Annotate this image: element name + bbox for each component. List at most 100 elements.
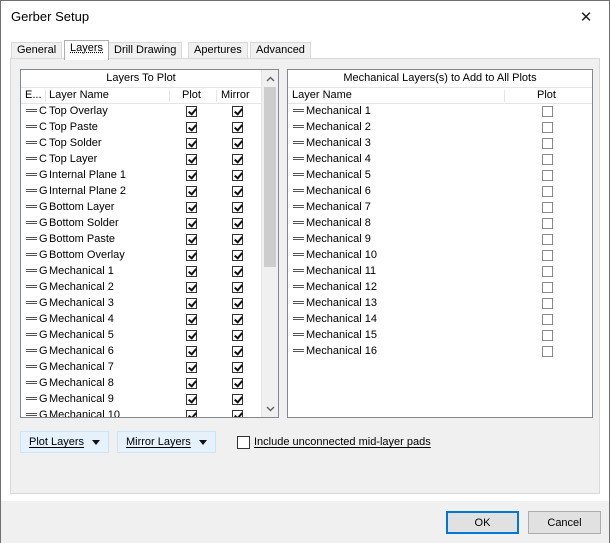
mechanical-plot-checkbox[interactable] <box>542 202 553 213</box>
tab-layers[interactable]: Layers <box>64 40 110 60</box>
plot-checkbox[interactable] <box>186 154 197 165</box>
mechanical-plot-checkbox[interactable] <box>542 282 553 293</box>
mirror-checkbox[interactable] <box>232 330 243 341</box>
plot-checkbox[interactable] <box>186 298 197 309</box>
mechanical-plot-checkbox[interactable] <box>542 138 553 149</box>
mechanical-plot-checkbox[interactable] <box>542 266 553 277</box>
mechanical-plot-checkbox[interactable] <box>542 218 553 229</box>
mirror-checkbox[interactable] <box>232 282 243 293</box>
mirror-checkbox[interactable] <box>232 170 243 181</box>
tab-advanced[interactable]: Advanced <box>250 42 311 59</box>
mechanical-layer-row[interactable]: Mechanical 5 <box>288 168 592 184</box>
col-header-layer-name[interactable]: Layer Name <box>49 89 109 104</box>
scroll-down-icon[interactable] <box>262 400 278 417</box>
tab-general[interactable]: General <box>11 42 63 59</box>
col-header-plot[interactable]: Plot <box>182 89 201 104</box>
plot-checkbox[interactable] <box>186 266 197 277</box>
mechanical-layer-row[interactable]: Mechanical 10 <box>288 248 592 264</box>
mirror-checkbox[interactable] <box>232 314 243 325</box>
mirror-checkbox[interactable] <box>232 106 243 117</box>
layer-row[interactable]: G Mechanical 8 <box>21 376 261 392</box>
mirror-checkbox[interactable] <box>232 202 243 213</box>
mirror-layers-button[interactable]: Mirror Layers <box>117 431 216 453</box>
col-header-mech-plot[interactable]: Plot <box>537 89 556 104</box>
include-unconnected-checkbox[interactable] <box>237 436 250 449</box>
layer-row[interactable]: G Bottom Overlay <box>21 248 261 264</box>
layer-row[interactable]: G Bottom Solder <box>21 216 261 232</box>
layer-row[interactable]: G Mechanical 4 <box>21 312 261 328</box>
layer-row[interactable]: G Bottom Paste <box>21 232 261 248</box>
layer-row[interactable]: G Mechanical 6 <box>21 344 261 360</box>
scroll-up-icon[interactable] <box>262 70 278 87</box>
plot-checkbox[interactable] <box>186 362 197 373</box>
layer-row[interactable]: G Mechanical 2 <box>21 280 261 296</box>
mechanical-plot-checkbox[interactable] <box>542 170 553 181</box>
mirror-checkbox[interactable] <box>232 346 243 357</box>
mechanical-layer-row[interactable]: Mechanical 3 <box>288 136 592 152</box>
layer-row[interactable]: G Mechanical 10 <box>21 408 261 417</box>
plot-checkbox[interactable] <box>186 202 197 213</box>
mirror-checkbox[interactable] <box>232 186 243 197</box>
plot-checkbox[interactable] <box>186 234 197 245</box>
plot-layers-button[interactable]: Plot Layers <box>20 431 110 453</box>
mechanical-layer-row[interactable]: Mechanical 15 <box>288 328 592 344</box>
mechanical-plot-checkbox[interactable] <box>542 122 553 133</box>
close-button[interactable]: ✕ <box>563 1 609 32</box>
mirror-checkbox[interactable] <box>232 394 243 405</box>
cancel-button[interactable]: Cancel <box>528 511 601 534</box>
plot-checkbox[interactable] <box>186 410 197 417</box>
mirror-checkbox[interactable] <box>232 218 243 229</box>
mirror-checkbox[interactable] <box>232 266 243 277</box>
mechanical-layer-row[interactable]: Mechanical 12 <box>288 280 592 296</box>
mechanical-layer-row[interactable]: Mechanical 13 <box>288 296 592 312</box>
mechanical-layer-row[interactable]: Mechanical 11 <box>288 264 592 280</box>
plot-checkbox[interactable] <box>186 218 197 229</box>
mechanical-layer-row[interactable]: Mechanical 16 <box>288 344 592 360</box>
mirror-checkbox[interactable] <box>232 250 243 261</box>
layer-row[interactable]: G Mechanical 7 <box>21 360 261 376</box>
col-header-mirror[interactable]: Mirror <box>221 89 250 104</box>
plot-checkbox[interactable] <box>186 330 197 341</box>
mirror-checkbox[interactable] <box>232 234 243 245</box>
plot-checkbox[interactable] <box>186 170 197 181</box>
layer-row[interactable]: G Mechanical 3 <box>21 296 261 312</box>
layer-row[interactable]: G Mechanical 9 <box>21 392 261 408</box>
plot-checkbox[interactable] <box>186 250 197 261</box>
col-header-mech-layer-name[interactable]: Layer Name <box>292 89 352 104</box>
include-unconnected-label[interactable]: Include unconnected mid-layer pads <box>254 436 431 448</box>
layer-row[interactable]: C Top Solder <box>21 136 261 152</box>
plot-checkbox[interactable] <box>186 282 197 293</box>
layer-row[interactable]: G Bottom Layer <box>21 200 261 216</box>
layers-scrollbar[interactable] <box>261 70 278 417</box>
mechanical-plot-checkbox[interactable] <box>542 314 553 325</box>
plot-checkbox[interactable] <box>186 314 197 325</box>
ok-button[interactable]: OK <box>446 511 519 534</box>
mechanical-layer-row[interactable]: Mechanical 9 <box>288 232 592 248</box>
tab-apertures[interactable]: Apertures <box>188 42 248 59</box>
mechanical-plot-checkbox[interactable] <box>542 330 553 341</box>
mechanical-layer-row[interactable]: Mechanical 7 <box>288 200 592 216</box>
mechanical-plot-checkbox[interactable] <box>542 298 553 309</box>
plot-checkbox[interactable] <box>186 394 197 405</box>
layer-row[interactable]: G Internal Plane 1 <box>21 168 261 184</box>
mechanical-layer-row[interactable]: Mechanical 2 <box>288 120 592 136</box>
mechanical-layer-row[interactable]: Mechanical 8 <box>288 216 592 232</box>
layer-row[interactable]: C Top Layer <box>21 152 261 168</box>
mirror-checkbox[interactable] <box>232 154 243 165</box>
mechanical-plot-checkbox[interactable] <box>542 346 553 357</box>
mirror-checkbox[interactable] <box>232 138 243 149</box>
scrollbar-thumb[interactable] <box>264 87 276 267</box>
layer-row[interactable]: G Internal Plane 2 <box>21 184 261 200</box>
tab-drill-drawing[interactable]: Drill Drawing <box>108 42 183 59</box>
mechanical-layer-row[interactable]: Mechanical 1 <box>288 104 592 120</box>
mirror-checkbox[interactable] <box>232 298 243 309</box>
mirror-checkbox[interactable] <box>232 122 243 133</box>
mechanical-plot-checkbox[interactable] <box>542 234 553 245</box>
mechanical-plot-checkbox[interactable] <box>542 106 553 117</box>
plot-checkbox[interactable] <box>186 378 197 389</box>
layer-row[interactable]: C Top Overlay <box>21 104 261 120</box>
layer-row[interactable]: G Mechanical 5 <box>21 328 261 344</box>
plot-checkbox[interactable] <box>186 106 197 117</box>
mirror-checkbox[interactable] <box>232 378 243 389</box>
mirror-checkbox[interactable] <box>232 410 243 417</box>
